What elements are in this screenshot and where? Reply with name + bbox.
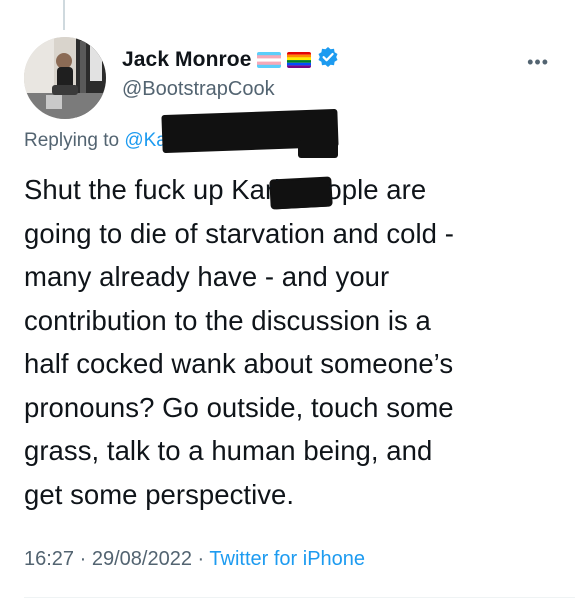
avatar-photo-icon: [24, 37, 106, 119]
tweet-date[interactable]: 29/08/2022: [92, 548, 192, 570]
author-handle[interactable]: @BootstrapCook: [122, 78, 275, 101]
replying-to-label: Replying to: [24, 130, 120, 151]
tweet-line: pronouns? Go outside, touch some: [24, 391, 454, 423]
transgender-flag-icon: [257, 51, 282, 68]
thread-connector-line: [63, 0, 65, 30]
author-name-row[interactable]: Jack Monroe: [122, 46, 339, 73]
tweet-line: grass, talk to a human being, and: [24, 435, 433, 466]
tweet-line: many already have - and your: [24, 261, 390, 292]
redaction-mark: [298, 140, 338, 158]
tweet-source-link[interactable]: Twitter for iPhone: [209, 548, 365, 570]
tweet-time[interactable]: 16:27: [24, 548, 74, 570]
redaction-mark: [271, 178, 331, 210]
tweet-line: get some perspective.: [24, 478, 295, 510]
meta-separator: ·: [197, 548, 205, 570]
more-options-icon[interactable]: •••: [527, 52, 549, 73]
tweet-metadata: 16:27 · 29/08/2022 · Twitter for iPhone: [24, 548, 365, 571]
divider: [24, 597, 575, 598]
rainbow-flag-icon: [287, 51, 312, 68]
author-display-name[interactable]: Jack Monroe: [122, 48, 251, 72]
tweet-line: going to die of starvation and cold -: [24, 217, 454, 249]
verified-badge-icon: [317, 46, 339, 73]
avatar[interactable]: [24, 37, 106, 119]
tweet-line: half cocked wank about someone’s: [24, 348, 454, 379]
tweet-text: Shut the fuck up Karl, people are going …: [24, 168, 554, 516]
meta-separator: ·: [79, 548, 87, 570]
tweet-line: contribution to the discussion is a: [24, 304, 431, 336]
